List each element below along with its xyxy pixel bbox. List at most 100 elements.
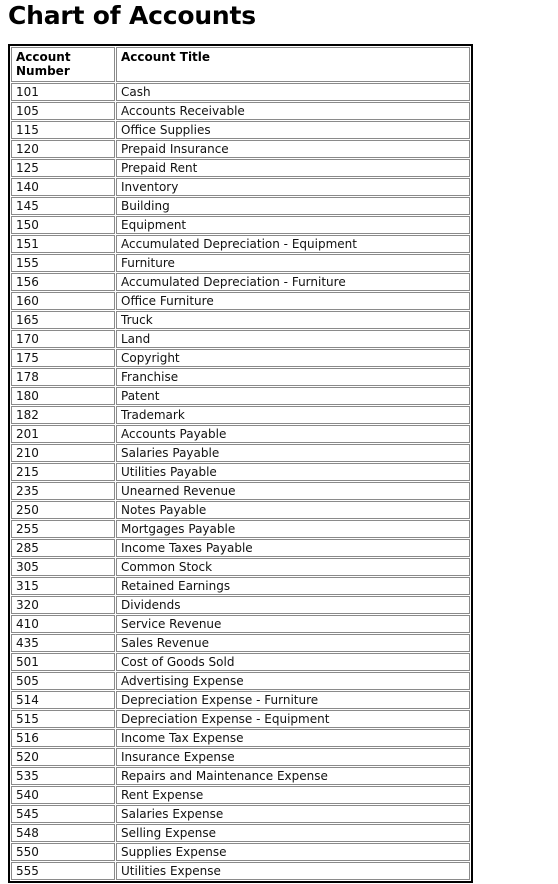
cell-account-title: Supplies Expense <box>116 842 470 861</box>
table-row: 201 Accounts Payable <box>11 424 470 443</box>
table-row: 101 Cash <box>11 82 470 101</box>
cell-account-number: 505 <box>11 671 115 690</box>
table-row: 151 Accumulated Depreciation - Equipment <box>11 234 470 253</box>
table-row: 515 Depreciation Expense - Equipment <box>11 709 470 728</box>
table-row: 250 Notes Payable <box>11 500 470 519</box>
cell-account-number: 501 <box>11 652 115 671</box>
cell-account-number: 151 <box>11 234 115 253</box>
table-row: 548 Selling Expense <box>11 823 470 842</box>
table-row: 182 Trademark <box>11 405 470 424</box>
table-body: 101 Cash 105 Accounts Receivable 115 Office S… <box>11 82 470 880</box>
cell-account-title: Salaries Payable <box>116 443 470 462</box>
table-row: 140 Inventory <box>11 177 470 196</box>
cell-account-number: 535 <box>11 766 115 785</box>
cell-account-number: 170 <box>11 329 115 348</box>
table-row: 155 Furniture <box>11 253 470 272</box>
cell-account-number: 201 <box>11 424 115 443</box>
cell-account-number: 545 <box>11 804 115 823</box>
cell-account-title: Utilities Expense <box>116 861 470 880</box>
cell-account-title: Utilities Payable <box>116 462 470 481</box>
cell-account-title: Prepaid Insurance <box>116 139 470 158</box>
cell-account-title: Accumulated Depreciation - Equipment <box>116 234 470 253</box>
cell-account-title: Patent <box>116 386 470 405</box>
table-row: 255 Mortgages Payable <box>11 519 470 538</box>
cell-account-title: Income Tax Expense <box>116 728 470 747</box>
cell-account-title: Common Stock <box>116 557 470 576</box>
cell-account-title: Cash <box>116 82 470 101</box>
cell-account-title: Cost of Goods Sold <box>116 652 470 671</box>
cell-account-number: 175 <box>11 348 115 367</box>
cell-account-number: 255 <box>11 519 115 538</box>
table-row: 516 Income Tax Expense <box>11 728 470 747</box>
table-row: 150 Equipment <box>11 215 470 234</box>
cell-account-number: 520 <box>11 747 115 766</box>
table-header: Account Number Account Title <box>11 46 470 82</box>
cell-account-title: Selling Expense <box>116 823 470 842</box>
table-row: 105 Accounts Receivable <box>11 101 470 120</box>
cell-account-title: Notes Payable <box>116 500 470 519</box>
cell-account-title: Franchise <box>116 367 470 386</box>
cell-account-number: 150 <box>11 215 115 234</box>
cell-account-number: 548 <box>11 823 115 842</box>
cell-account-number: 285 <box>11 538 115 557</box>
cell-account-number: 156 <box>11 272 115 291</box>
cell-account-title: Retained Earnings <box>116 576 470 595</box>
table-row: 505 Advertising Expense <box>11 671 470 690</box>
table-row: 555 Utilities Expense <box>11 861 470 880</box>
table-header-row: Account Number Account Title <box>11 46 470 82</box>
cell-account-number: 305 <box>11 557 115 576</box>
cell-account-number: 120 <box>11 139 115 158</box>
cell-account-title: Repairs and Maintenance Expense <box>116 766 470 785</box>
table-row: 160 Office Furniture <box>11 291 470 310</box>
cell-account-number: 435 <box>11 633 115 652</box>
cell-account-title: Dividends <box>116 595 470 614</box>
cell-account-number: 182 <box>11 405 115 424</box>
cell-account-number: 555 <box>11 861 115 880</box>
table-row: 178 Franchise <box>11 367 470 386</box>
cell-account-number: 320 <box>11 595 115 614</box>
table-row: 550 Supplies Expense <box>11 842 470 861</box>
column-header-account-title: Account Title <box>116 46 470 82</box>
cell-account-number: 514 <box>11 690 115 709</box>
cell-account-title: Office Furniture <box>116 291 470 310</box>
table-row: 170 Land <box>11 329 470 348</box>
table-row: 315 Retained Earnings <box>11 576 470 595</box>
cell-account-title: Accounts Payable <box>116 424 470 443</box>
cell-account-number: 140 <box>11 177 115 196</box>
cell-account-title: Depreciation Expense - Furniture <box>116 690 470 709</box>
table-row: 180 Patent <box>11 386 470 405</box>
cell-account-title: Income Taxes Payable <box>116 538 470 557</box>
cell-account-title: Service Revenue <box>116 614 470 633</box>
chart-of-accounts-table: Account Number Account Title 101 Cash 105 A… <box>8 43 473 883</box>
cell-account-number: 250 <box>11 500 115 519</box>
cell-account-number: 550 <box>11 842 115 861</box>
cell-account-number: 155 <box>11 253 115 272</box>
cell-account-title: Rent Expense <box>116 785 470 804</box>
column-header-account-number: Account Number <box>11 46 115 82</box>
cell-account-title: Mortgages Payable <box>116 519 470 538</box>
table-row: 175 Copyright <box>11 348 470 367</box>
cell-account-title: Salaries Expense <box>116 804 470 823</box>
page-title: Chart of Accounts <box>8 1 256 30</box>
cell-account-number: 180 <box>11 386 115 405</box>
table-row: 145 Building <box>11 196 470 215</box>
cell-account-title: Accumulated Depreciation - Furniture <box>116 272 470 291</box>
cell-account-number: 235 <box>11 481 115 500</box>
cell-account-number: 410 <box>11 614 115 633</box>
table-row: 320 Dividends <box>11 595 470 614</box>
cell-account-title: Trademark <box>116 405 470 424</box>
table-row: 235 Unearned Revenue <box>11 481 470 500</box>
cell-account-number: 516 <box>11 728 115 747</box>
table-row: 535 Repairs and Maintenance Expense <box>11 766 470 785</box>
table-row: 540 Rent Expense <box>11 785 470 804</box>
table-row: 545 Salaries Expense <box>11 804 470 823</box>
cell-account-number: 105 <box>11 101 115 120</box>
table-row: 520 Insurance Expense <box>11 747 470 766</box>
cell-account-title: Inventory <box>116 177 470 196</box>
cell-account-number: 101 <box>11 82 115 101</box>
table-row: 125 Prepaid Rent <box>11 158 470 177</box>
cell-account-title: Insurance Expense <box>116 747 470 766</box>
page-container: Chart of Accounts Account Number Account… <box>0 2 558 883</box>
cell-account-number: 160 <box>11 291 115 310</box>
table-row: 435 Sales Revenue <box>11 633 470 652</box>
